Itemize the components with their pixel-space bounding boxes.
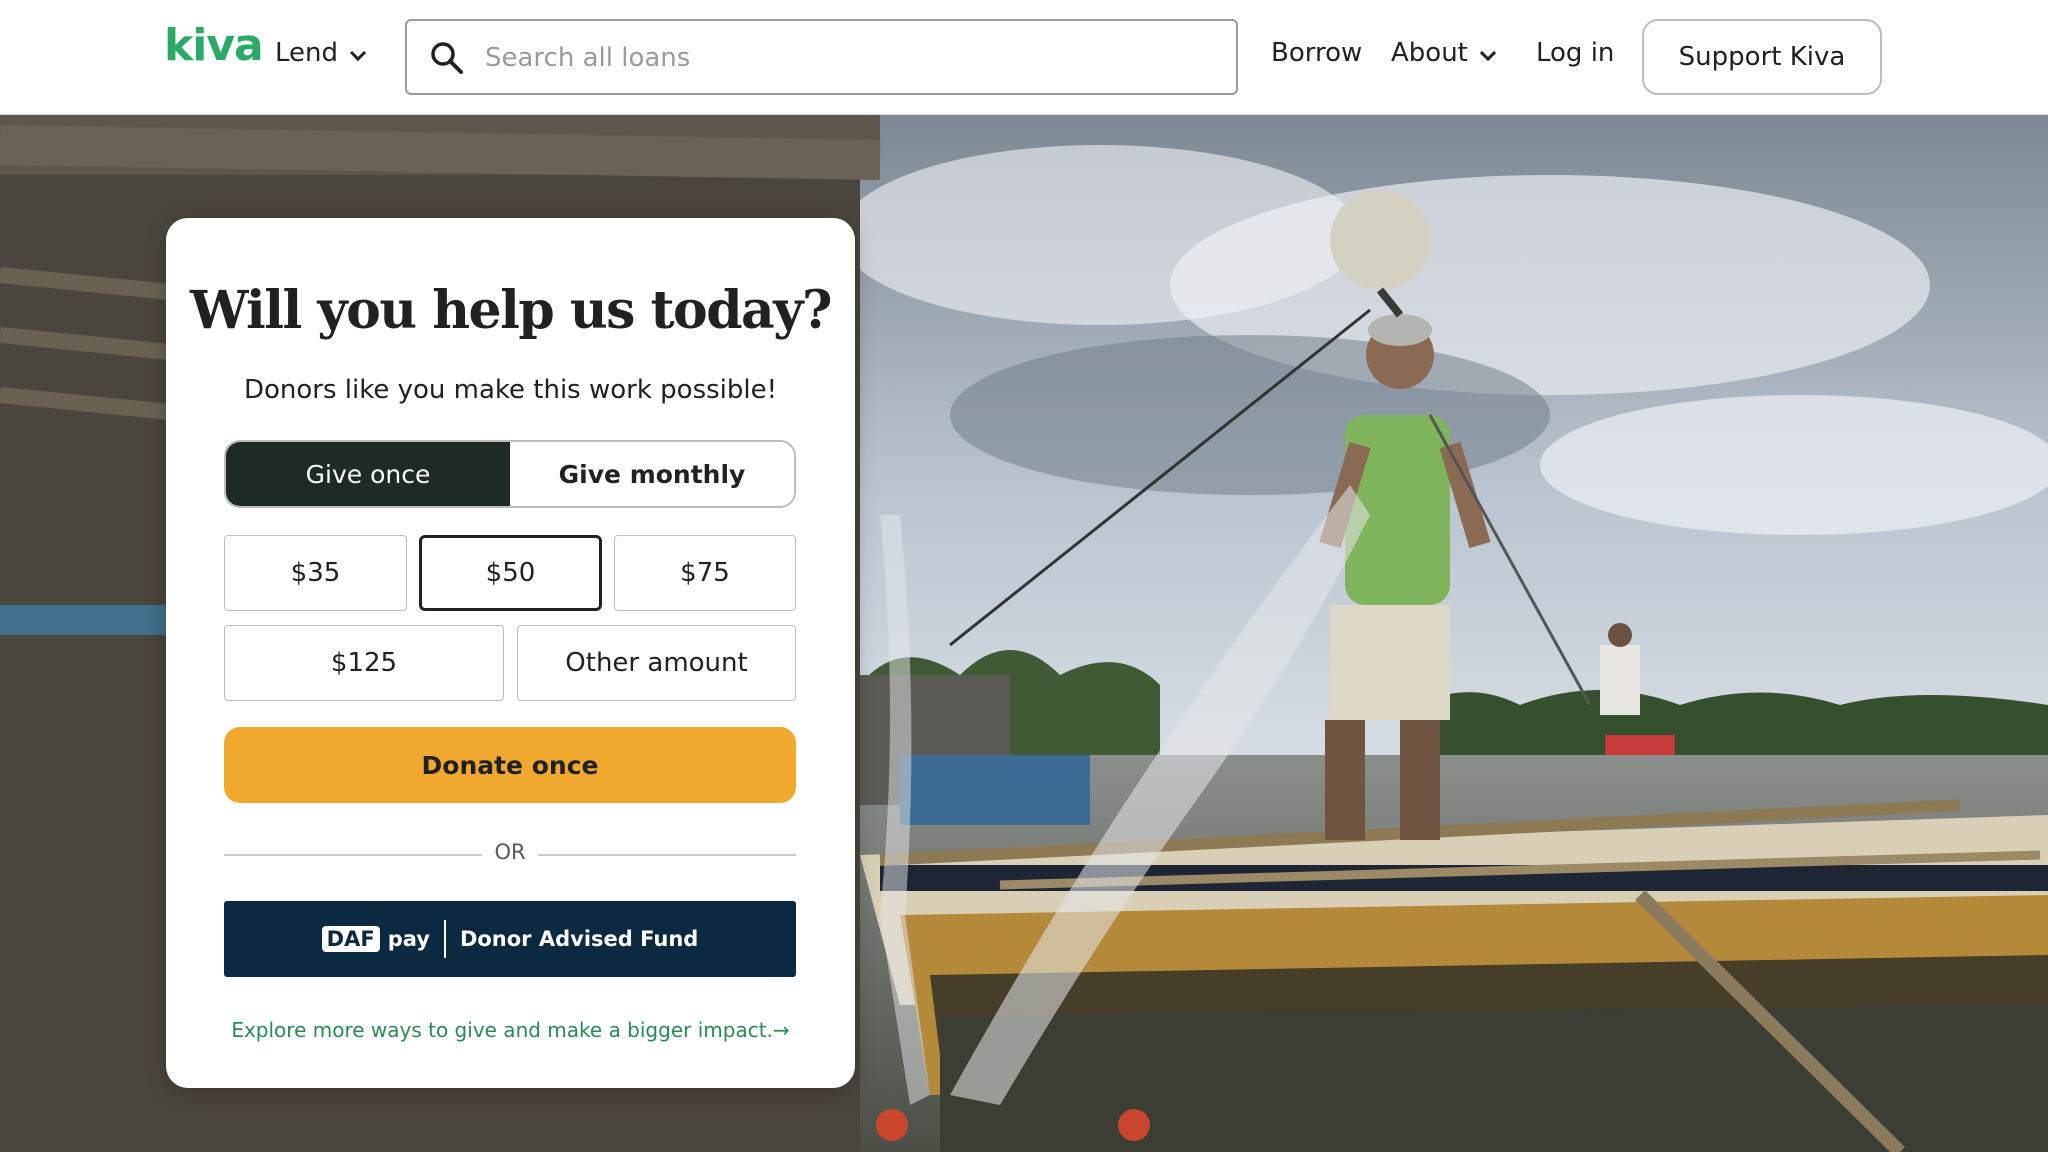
daf-pay-button[interactable]: DAF pay Donor Advised Fund — [224, 901, 796, 977]
nav-login-label: Log in — [1536, 38, 1615, 68]
or-divider: OR — [224, 840, 796, 870]
other-amount-button[interactable]: Other amount — [517, 625, 796, 701]
amount-50-button[interactable]: $50 — [419, 535, 602, 611]
explore-more-link[interactable]: Explore more ways to give and make a big… — [166, 1018, 855, 1042]
chevron-down-icon — [1479, 50, 1496, 62]
site-header: kiva Lend Borrow About Log in Support Ki… — [0, 0, 2048, 115]
support-kiva-button[interactable]: Support Kiva — [1642, 19, 1882, 95]
give-once-tab[interactable]: Give once — [226, 442, 510, 506]
donation-card: Will you help us today? Donors like you … — [166, 218, 855, 1088]
daf-divider — [443, 920, 446, 958]
amount-75-button[interactable]: $75 — [614, 535, 796, 611]
donation-subtitle: Donors like you make this work possible! — [243, 375, 778, 405]
search-box — [405, 19, 1238, 95]
or-label: OR — [494, 840, 526, 864]
chevron-down-icon — [349, 50, 367, 62]
donate-once-button[interactable]: Donate once — [224, 727, 796, 803]
daf-logo: DAF — [321, 926, 380, 952]
amount-125-button[interactable]: $125 — [224, 625, 504, 701]
nav-borrow-label: Borrow — [1271, 38, 1363, 68]
nav-login[interactable]: Log in — [1536, 38, 1614, 68]
amount-35-button[interactable]: $35 — [224, 535, 407, 611]
daf-label: Donor Advised Fund — [459, 927, 699, 951]
search-input[interactable] — [483, 21, 1207, 95]
frequency-toggle: Give once Give monthly — [224, 440, 796, 508]
nav-borrow[interactable]: Borrow — [1271, 38, 1362, 68]
give-monthly-tab[interactable]: Give monthly — [510, 442, 794, 506]
nav-lend-label: Lend — [275, 38, 339, 68]
nav-lend[interactable]: Lend — [275, 38, 368, 68]
nav-about-label: About — [1391, 38, 1468, 68]
kiva-logo[interactable]: kiva — [164, 20, 264, 71]
nav-about[interactable]: About — [1391, 38, 1498, 68]
daf-pay-text: pay — [387, 927, 430, 951]
donation-title: Will you help us today? — [190, 280, 832, 341]
search-icon[interactable] — [429, 40, 465, 76]
